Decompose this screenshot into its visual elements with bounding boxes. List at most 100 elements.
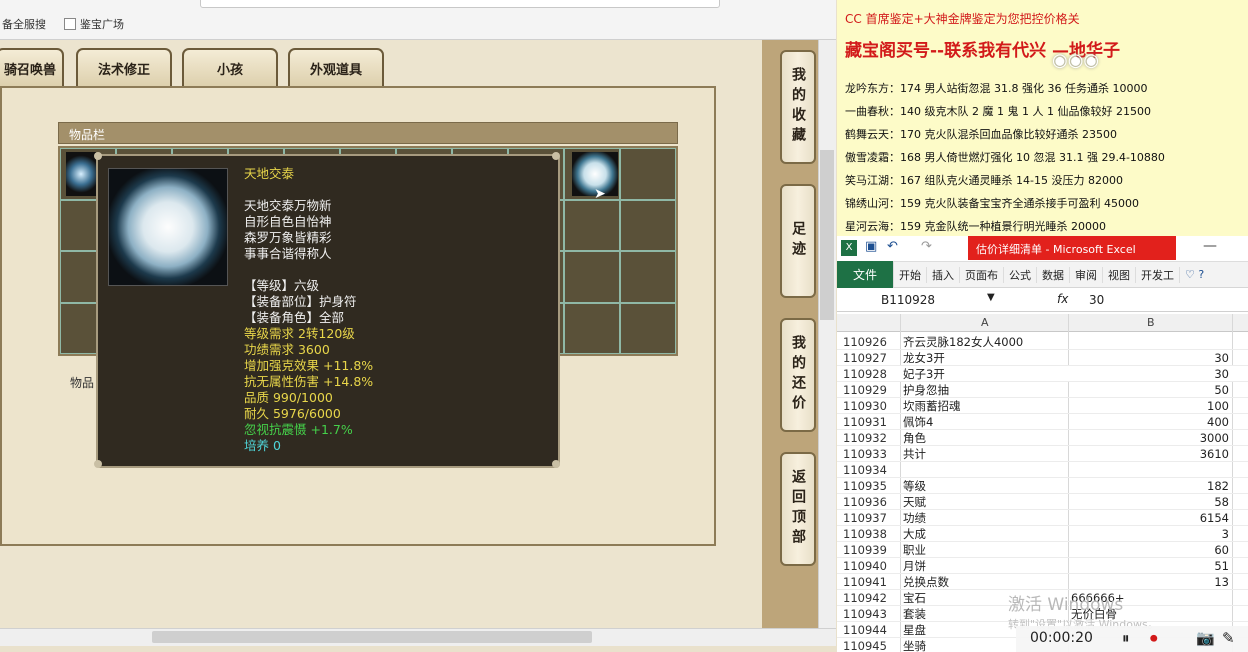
lightning-item-icon[interactable] — [66, 152, 96, 196]
cell-a[interactable]: 坎雨蓄招魂 — [903, 398, 961, 414]
cell-a[interactable]: 兑换点数 — [903, 574, 949, 590]
my-counteroffer-button[interactable]: 我的还价 — [780, 318, 816, 432]
tab-magic-correction[interactable]: 法术修正 — [76, 48, 172, 86]
table-row[interactable]: 110926 齐云灵脉182女人4000 — [837, 334, 1248, 350]
inventory-slot[interactable] — [620, 251, 676, 303]
cell-b[interactable]: 13 — [1071, 574, 1229, 590]
cell-a[interactable]: 齐云灵脉182女人4000 — [903, 334, 1023, 350]
cell-a[interactable]: 共计 — [903, 446, 926, 462]
cell-b[interactable]: 182 — [1071, 478, 1229, 494]
table-row[interactable]: 110940 月饼 51 — [837, 558, 1248, 574]
column-header-a[interactable]: A — [981, 316, 989, 329]
cell-b[interactable]: 3 — [1071, 526, 1229, 542]
footprints-button[interactable]: 足迹 — [780, 184, 816, 298]
cell-a[interactable]: 龙女3开 — [903, 350, 945, 366]
cell-a[interactable]: 等级 — [903, 478, 926, 494]
cell-a[interactable]: 宝石 — [903, 590, 926, 606]
ribbon-tab-developer[interactable]: 开发工 — [1136, 266, 1181, 283]
vertical-scroll-thumb[interactable] — [820, 150, 834, 320]
row-number: 110940 — [843, 559, 887, 573]
cell-a[interactable]: 套装 — [903, 606, 926, 622]
table-row[interactable]: 110938 大成 3 — [837, 526, 1248, 542]
cell-a[interactable]: 星盘 — [903, 622, 926, 638]
table-row[interactable]: 110928 妃子3开 30 — [837, 366, 1248, 382]
camera-icon[interactable]: 📷 — [1196, 629, 1215, 647]
save-icon[interactable]: ▣ — [865, 239, 877, 254]
ribbon-tab-review[interactable]: 审阅 — [1070, 266, 1104, 283]
cell-b[interactable]: 58 — [1071, 494, 1229, 510]
stop-icon[interactable]: ⏺ — [1150, 629, 1158, 647]
table-row[interactable]: 110927 龙女3开 30 — [837, 350, 1248, 366]
row-number: 110936 — [843, 495, 887, 509]
my-favorites-button[interactable]: 我的收藏 — [780, 50, 816, 164]
inventory-slot[interactable] — [620, 148, 676, 200]
name-box-dropdown-icon[interactable]: ▼ — [987, 292, 995, 303]
info-listing: 一曲春秋：140 级克木队 2 魔 1 鬼 1 人 1 仙品像较好 21500 — [845, 105, 1151, 118]
inventory-slot[interactable] — [620, 302, 676, 354]
undo-icon[interactable]: ↶ — [887, 239, 898, 254]
cell-a[interactable]: 护身忽抽 — [903, 382, 949, 398]
back-to-top-button[interactable]: 返回顶部 — [780, 452, 816, 566]
ribbon-tab-insert[interactable]: 插入 — [927, 266, 961, 283]
inventory-slot[interactable] — [564, 302, 620, 354]
help-icon[interactable]: ♡ ? — [1180, 268, 1209, 281]
cell-a[interactable]: 角色 — [903, 430, 926, 446]
table-row[interactable]: 110935 等级 182 — [837, 478, 1248, 494]
bookmark-label: 备全服搜 — [2, 18, 46, 31]
table-row[interactable]: 110933 共计 3610 — [837, 446, 1248, 462]
cell-a[interactable]: 妃子3开 — [903, 366, 945, 382]
ribbon-tab-page-layout[interactable]: 页面布 — [960, 266, 1005, 283]
cell-a[interactable]: 坐骑 — [903, 638, 926, 652]
tab-appearance-items[interactable]: 外观道具 — [288, 48, 384, 86]
minimize-icon[interactable]: — — [1203, 238, 1217, 254]
pen-icon[interactable]: ✎ — [1222, 629, 1235, 647]
bookmark-item[interactable]: 备全服搜 — [2, 16, 46, 32]
tab-summon-beast[interactable]: 骑召唤兽 — [0, 48, 64, 86]
cell-a[interactable]: 天赋 — [903, 494, 926, 510]
cell-b[interactable]: 60 — [1071, 542, 1229, 558]
cell-b[interactable]: 50 — [1071, 382, 1229, 398]
fx-icon[interactable]: fx — [1057, 292, 1068, 306]
pause-icon[interactable]: ⏸ — [1122, 629, 1130, 647]
cell-a[interactable]: 佩饰4 — [903, 414, 933, 430]
table-row[interactable]: 110936 天赋 58 — [837, 494, 1248, 510]
table-row[interactable]: 110929 护身忽抽 50 — [837, 382, 1248, 398]
table-row[interactable]: 110930 坎雨蓄招魂 100 — [837, 398, 1248, 414]
cell-b[interactable]: 3610 — [1071, 446, 1229, 462]
tab-child[interactable]: 小孩 — [182, 48, 278, 86]
inventory-slot[interactable] — [564, 199, 620, 251]
inventory-slot[interactable] — [620, 199, 676, 251]
cell-b[interactable]: 100 — [1071, 398, 1229, 414]
column-header-b[interactable]: B — [1147, 316, 1155, 329]
cell-b[interactable]: 51 — [1071, 558, 1229, 574]
table-row[interactable]: 110939 职业 60 — [837, 542, 1248, 558]
cell-a[interactable]: 大成 — [903, 526, 926, 542]
formula-input[interactable]: 30 — [1089, 293, 1104, 307]
cell-b[interactable]: 6154 — [1071, 510, 1229, 526]
cell-a[interactable]: 功绩 — [903, 510, 926, 526]
ribbon-tab-view[interactable]: 视图 — [1103, 266, 1137, 283]
table-row[interactable]: 110934 — [837, 462, 1248, 478]
table-row[interactable]: 110932 角色 3000 — [837, 430, 1248, 446]
ribbon-tab-home[interactable]: 开始 — [894, 266, 928, 283]
redo-icon[interactable]: ↷ — [921, 239, 932, 254]
bookmark-item[interactable]: 鉴宝广场 — [64, 16, 124, 32]
table-row[interactable]: 110937 功绩 6154 — [837, 510, 1248, 526]
cell-b[interactable]: 400 — [1071, 414, 1229, 430]
ribbon-tab-formulas[interactable]: 公式 — [1004, 266, 1038, 283]
name-box[interactable]: B110928 — [881, 293, 935, 307]
ribbon-tab-file[interactable]: 文件 — [837, 261, 895, 288]
item-desc-line: 森罗万象皆精彩 — [244, 230, 332, 245]
horizontal-scroll-thumb[interactable] — [152, 631, 592, 643]
cell-b[interactable]: 3000 — [1071, 430, 1229, 446]
address-bar[interactable] — [200, 0, 720, 8]
cell-b[interactable]: 30 — [1071, 366, 1229, 382]
table-row[interactable]: 110941 兑换点数 13 — [837, 574, 1248, 590]
cell-b[interactable]: 30 — [1071, 350, 1229, 366]
vertical-scrollbar[interactable] — [818, 40, 836, 628]
ribbon-tab-data[interactable]: 数据 — [1037, 266, 1071, 283]
inventory-slot[interactable] — [564, 251, 620, 303]
cell-a[interactable]: 月饼 — [903, 558, 926, 574]
cell-a[interactable]: 职业 — [903, 542, 926, 558]
table-row[interactable]: 110931 佩饰4 400 — [837, 414, 1248, 430]
